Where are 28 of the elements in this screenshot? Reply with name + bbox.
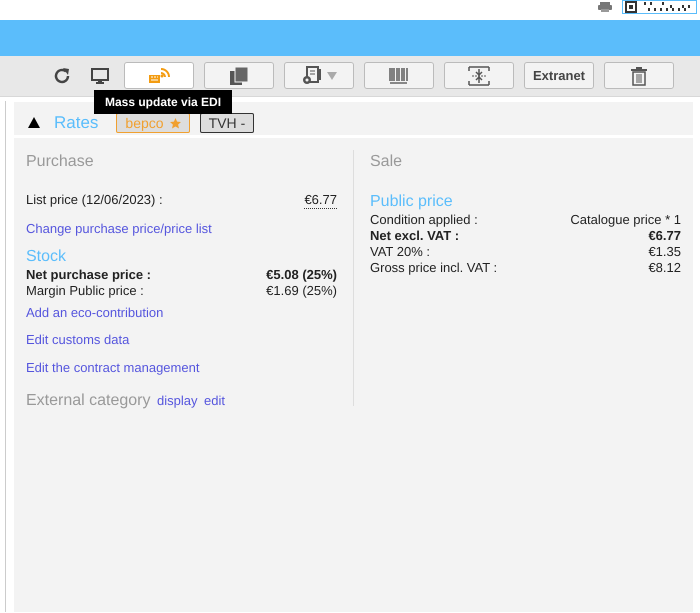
extranet-button[interactable]: Extranet (524, 62, 594, 89)
price-value: €5.08 (25%) (266, 266, 337, 282)
text-link[interactable]: edit (204, 391, 225, 410)
subheading: Public price (370, 192, 454, 212)
price-label: List price (12/06/2023) : (26, 192, 163, 209)
text-link[interactable]: Edit the contract management (26, 360, 200, 374)
text-link[interactable]: Add an eco-contribution (26, 304, 164, 320)
price-value: €1.35 (648, 244, 681, 260)
price-value: €6.77 (304, 192, 337, 209)
price-value: €8.12 (648, 260, 681, 276)
tooltip: Mass update via EDI (94, 90, 232, 114)
price-label: Condition applied : (370, 212, 478, 228)
text-link[interactable]: Edit customs data (26, 332, 130, 347)
subheading: Stock (26, 246, 68, 266)
text-link[interactable]: display (157, 391, 198, 410)
price-label: Net excl. VAT : (370, 228, 460, 244)
text-link[interactable]: Change purchase price/price list (26, 221, 212, 236)
column-heading: Purchase (26, 152, 95, 172)
price-value: Catalogue price * 1 (570, 212, 681, 228)
price-value: €6.77 (648, 228, 681, 244)
price-label: Margin Public price : (26, 282, 144, 298)
category-title: External category (26, 391, 151, 411)
tag[interactable]: TVH - (200, 112, 254, 132)
price-label: VAT 20% : (370, 244, 430, 260)
price-label: Gross price incl. VAT : (370, 260, 498, 276)
price-label: Net purchase price : (26, 266, 151, 282)
price-value: €1.69 (25%) (266, 282, 337, 298)
column-heading: Sale (370, 152, 404, 172)
